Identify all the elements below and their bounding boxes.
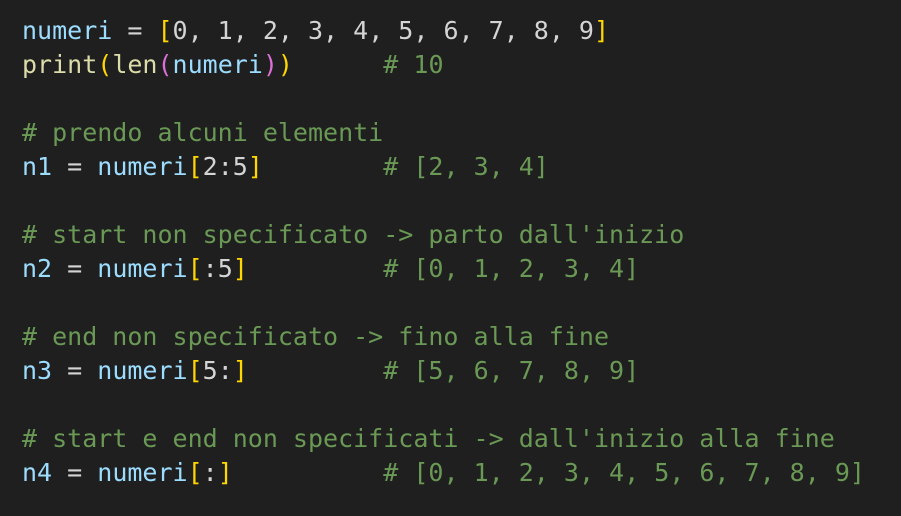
bracket-token: [ — [187, 458, 203, 487]
comment-token: # prendo alcuni elementi — [22, 118, 384, 147]
literal-token — [248, 356, 383, 385]
code-line[interactable]: ​ — [22, 286, 901, 320]
comment-token: # [0, 1, 2, 3, 4, 5, 6, 7, 8, 9] — [383, 458, 865, 487]
code-line[interactable]: numeri = [0, 1, 2, 3, 4, 5, 6, 7, 8, 9] — [22, 14, 901, 48]
code-line[interactable]: # start non specificato -> parto dall'in… — [22, 218, 901, 252]
comment-token: # end non specificato -> fino alla fine — [22, 322, 609, 351]
bracket-token: [ — [187, 356, 203, 385]
comment-token: # start non specificato -> parto dall'in… — [22, 220, 685, 249]
identifier-token: numeri — [97, 458, 188, 487]
code-line[interactable]: # prendo alcuni elementi — [22, 116, 901, 150]
bracket-token: [ — [187, 152, 203, 181]
code-line[interactable]: ​ — [22, 82, 901, 116]
operator-token: = — [52, 356, 98, 385]
literal-token: 2:5 — [202, 152, 248, 181]
identifier-token: n1 — [22, 152, 53, 181]
literal-token: : — [202, 458, 218, 487]
identifier-token: numeri — [22, 16, 113, 45]
comment-token: # [0, 1, 2, 3, 4] — [383, 254, 640, 283]
identifier-token: numeri — [172, 50, 263, 79]
bracket-token: ) — [277, 50, 293, 79]
operator-token: = — [52, 152, 98, 181]
literal-token: 0, 1, 2, 3, 4, 5, 6, 7, 8, 9 — [172, 16, 594, 45]
function-token: len — [112, 50, 158, 79]
code-line[interactable]: n4 = numeri[:] # [0, 1, 2, 3, 4, 5, 6, 7… — [22, 456, 901, 490]
identifier-token: numeri — [97, 254, 188, 283]
code-line[interactable]: ​ — [22, 184, 901, 218]
literal-token: 5: — [202, 356, 233, 385]
identifier-token: numeri — [97, 152, 188, 181]
bracket-token: ( — [97, 50, 113, 79]
bracket-token: ] — [217, 458, 233, 487]
operator-token: = — [112, 16, 158, 45]
identifier-token: n4 — [22, 458, 53, 487]
comment-token: # [5, 6, 7, 8, 9] — [383, 356, 640, 385]
code-line[interactable]: # end non specificato -> fino alla fine — [22, 320, 901, 354]
bracket-token: ] — [232, 254, 248, 283]
bracket-token: [ — [157, 16, 173, 45]
bracket-token: ] — [593, 16, 610, 45]
code-line[interactable]: n1 = numeri[2:5] # [2, 3, 4] — [22, 150, 901, 184]
code-line[interactable]: n2 = numeri[:5] # [0, 1, 2, 3, 4] — [22, 252, 901, 286]
code-line[interactable]: n3 = numeri[5:] # [5, 6, 7, 8, 9] — [22, 354, 901, 388]
literal-token — [263, 152, 383, 181]
identifier-token: n2 — [22, 254, 53, 283]
literal-token — [248, 254, 383, 283]
code-line[interactable]: # start e end non specificati -> dall'in… — [22, 422, 901, 456]
bracket-token: ] — [247, 152, 263, 181]
code-editor[interactable]: numeri = [0, 1, 2, 3, 4, 5, 6, 7, 8, 9] p… — [0, 0, 901, 516]
operator-token: = — [52, 458, 98, 487]
operator-token: = — [52, 254, 98, 283]
function-token: print — [22, 50, 98, 79]
identifier-token: numeri — [97, 356, 188, 385]
bracket-token: ( — [157, 50, 173, 79]
literal-token — [293, 50, 383, 79]
bracket-token: ] — [232, 356, 248, 385]
comment-token: # 10 — [383, 50, 444, 79]
comment-token: # [2, 3, 4] — [383, 152, 549, 181]
literal-token: :5 — [202, 254, 233, 283]
comment-token: # start e end non specificati -> dall'in… — [22, 424, 835, 453]
bracket-token: ) — [262, 50, 278, 79]
bracket-token: [ — [187, 254, 203, 283]
literal-token — [233, 458, 384, 487]
code-line[interactable]: ​ — [22, 388, 901, 422]
identifier-token: n3 — [22, 356, 53, 385]
code-line[interactable]: print(len(numeri)) # 10 — [22, 48, 901, 82]
